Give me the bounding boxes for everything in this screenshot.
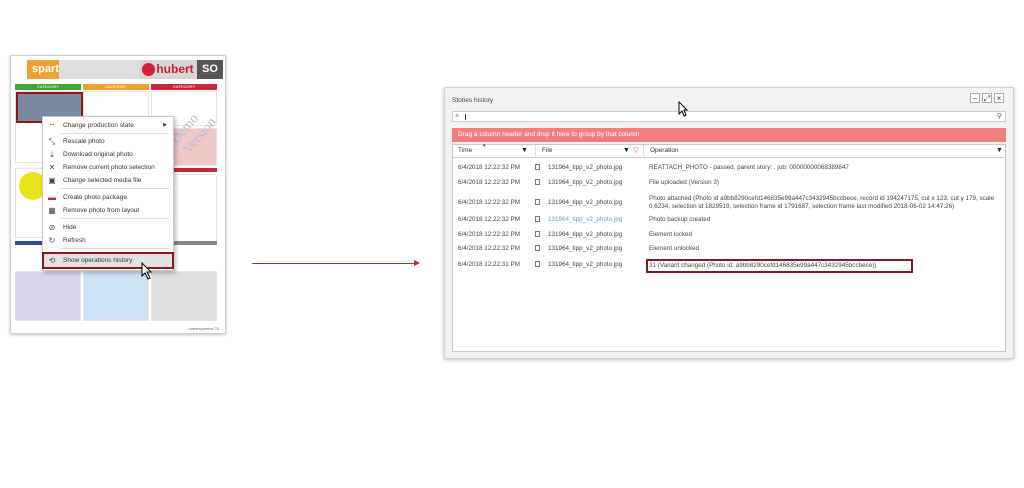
story-cell[interactable] [83, 271, 149, 321]
filter-icon[interactable]: ▼ [623, 145, 630, 157]
submenu-arrow-icon: ▶ [163, 122, 167, 128]
search-icon[interactable]: ⚲ [997, 112, 1002, 122]
filter-icon[interactable]: ▼ [521, 145, 528, 157]
sparte-logo: sparte [27, 60, 65, 79]
category-header-red: CATEGORY [151, 84, 217, 90]
menu-item-rescale-photo[interactable]: ⤡ Rescale photo [44, 135, 172, 148]
header-bar [59, 60, 139, 79]
rescale-icon: ⤡ [48, 137, 56, 146]
context-menu: ⠒ Change production state ▶ ⤡ Rescale ph… [42, 116, 174, 271]
file-link[interactable]: 131964_tipp_v2_photo.jpg [548, 216, 622, 223]
group-by-banner[interactable]: Drag a column header and drop it here to… [452, 128, 1006, 142]
file-icon [535, 261, 540, 267]
highlight-box [646, 259, 913, 273]
menu-item-hide[interactable]: ⊘ Hide [44, 221, 172, 234]
sort-desc-icon: ▾ [483, 143, 486, 149]
mouse-cursor-icon [678, 101, 689, 117]
close-button[interactable]: × [994, 93, 1004, 103]
file-icon [535, 245, 540, 251]
category-header-orange: CATEGORY [83, 84, 149, 90]
hubert-logo-dot [142, 63, 156, 77]
stories-history-window: Stories history – ⤢ × × ⚲ Drag a column … [444, 87, 1014, 359]
brand-code: SO [197, 60, 223, 79]
package-icon: ▬ [48, 193, 56, 202]
menu-item-remove-photo-from-layout[interactable]: ▦ Remove photo from layout [44, 204, 172, 217]
table-row-highlighted[interactable]: 6/4/2018 12:22:31 PM 131964_tipp_v2_phot… [453, 258, 1005, 274]
menu-separator [61, 188, 169, 189]
mouse-cursor-icon [141, 262, 153, 280]
menu-item-refresh[interactable]: ↻ Refresh [44, 234, 172, 247]
media-icon: ▣ [48, 176, 56, 185]
filter-icon[interactable]: ▼ [996, 145, 1003, 157]
menu-item-change-media-file[interactable]: ▣ Change selected media file [44, 174, 172, 187]
history-icon: ⟲ [48, 256, 56, 265]
menu-item-create-photo-package[interactable]: ▬ Create photo package [44, 191, 172, 204]
window-title: Stories history [452, 97, 494, 104]
history-grid: Time ▾ ▼ File ▼ ▽ Operation ▼ 6/4/2018 1… [452, 143, 1006, 352]
maximize-button[interactable]: ⤢ [982, 93, 992, 103]
close-icon: ✕ [48, 163, 56, 172]
file-icon [535, 216, 540, 222]
move-icon: ⠒ [49, 121, 55, 130]
connector-arrow [252, 263, 416, 264]
menu-item-remove-photo-selection[interactable]: ✕ Remove current photo selection [44, 161, 172, 174]
hubert-logo: hubert [139, 60, 197, 79]
menu-separator [61, 218, 169, 219]
menu-item-download-original-photo[interactable]: ⤓ Download original photo [44, 148, 172, 161]
menu-separator [61, 133, 169, 134]
layout-icon: ▦ [48, 206, 56, 215]
column-header-operation[interactable]: Operation [643, 145, 1006, 158]
hide-icon: ⊘ [48, 223, 56, 232]
page-footer: hubersystems 23 [188, 326, 219, 331]
hubert-logo-text: hubert [156, 62, 194, 76]
file-icon [535, 199, 540, 205]
file-icon [535, 164, 540, 170]
menu-item-change-production-state[interactable]: ⠒ Change production state ▶ [44, 119, 172, 132]
refresh-icon: ↻ [48, 236, 56, 245]
minimize-button[interactable]: – [970, 93, 980, 103]
file-icon [535, 179, 540, 185]
text-caret [465, 114, 466, 120]
filter-active-icon[interactable]: ▽ [633, 145, 638, 157]
story-cell[interactable] [151, 271, 217, 321]
download-icon: ⤓ [50, 150, 54, 159]
file-icon [535, 231, 540, 237]
story-cell[interactable] [15, 271, 81, 321]
category-header-green: CATEGORY [15, 84, 81, 90]
search-input[interactable]: × ⚲ [452, 111, 1006, 122]
clear-icon[interactable]: × [455, 112, 459, 122]
menu-separator [61, 248, 169, 249]
connector-arrow-head [414, 260, 420, 266]
